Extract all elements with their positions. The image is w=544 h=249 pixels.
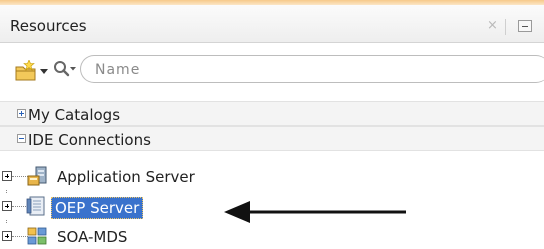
new-folder-icon[interactable] [14, 60, 38, 82]
tree-node-label: SOA-MDS [57, 228, 128, 246]
tree-node-label: Application Server [57, 168, 195, 186]
search-input[interactable] [93, 59, 537, 81]
pointer-arrow-icon [224, 201, 406, 223]
minimize-icon[interactable] [518, 20, 532, 32]
catalog-row-ide-connections[interactable]: IDE Connections [0, 126, 544, 151]
expand-icon[interactable] [2, 231, 12, 241]
minus-box-icon[interactable] [17, 134, 26, 143]
tree-node-application-server[interactable]: Application Server [0, 164, 544, 189]
catalog-row-my-catalogs[interactable]: My Catalogs [0, 101, 544, 126]
search-icon[interactable] [52, 58, 80, 80]
catalog-label: My Catalogs [28, 106, 121, 124]
expand-icon[interactable] [2, 171, 12, 181]
tree-node-soa-mds[interactable]: SOA-MDS [0, 224, 544, 249]
new-dropdown-arrow-icon[interactable] [40, 69, 48, 74]
toolbar [0, 43, 544, 101]
expand-icon[interactable] [2, 201, 12, 211]
application-server-icon [27, 166, 47, 186]
panel-title: Resources [10, 17, 87, 35]
soa-mds-icon [27, 227, 47, 245]
catalog-label: IDE Connections [28, 131, 151, 149]
panel-header: Resources × [0, 5, 544, 43]
close-icon[interactable]: × [487, 18, 498, 33]
tree-node-label-selected: OEP Server [51, 197, 144, 219]
header-divider [505, 19, 506, 35]
oep-server-icon [26, 196, 45, 216]
search-field[interactable] [80, 55, 544, 83]
plus-box-icon[interactable] [17, 109, 26, 118]
